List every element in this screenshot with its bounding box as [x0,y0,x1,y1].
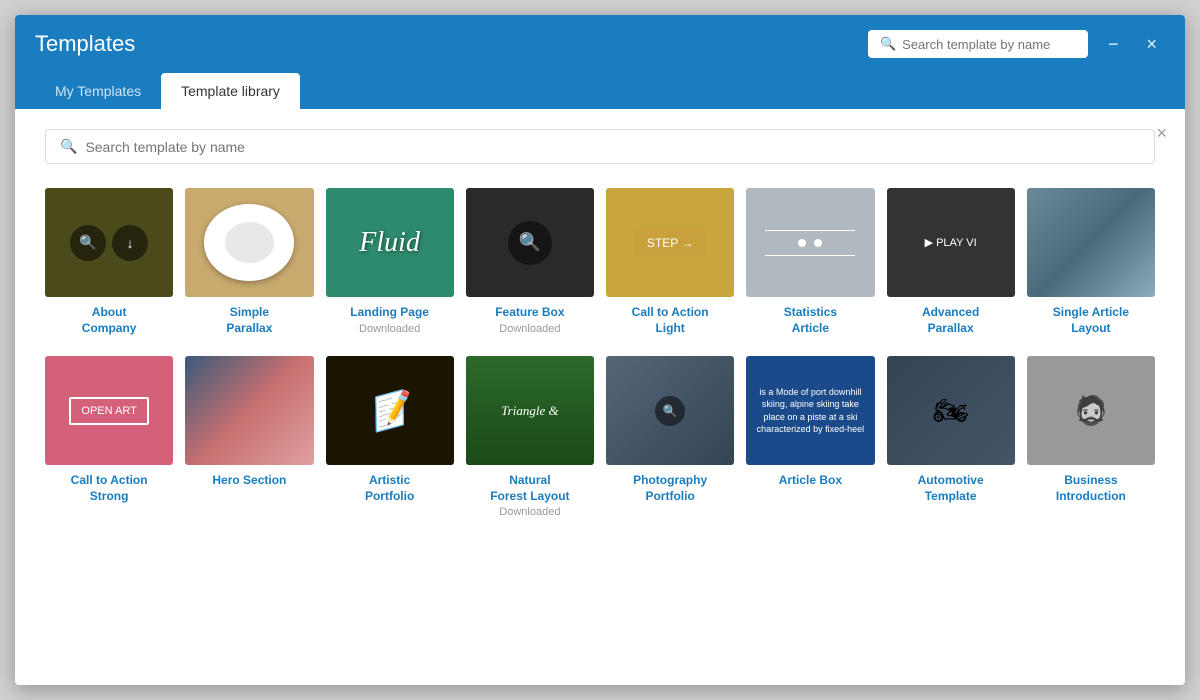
template-feature-box[interactable]: 🔍 Feature Box Downloaded [466,188,594,336]
badge-landing-page: Downloaded [359,323,420,335]
modal-body: × 🔍 🔍 ↓ AboutCompany [15,109,1185,685]
thumb-advanced-parallax: ▶ PLAY VI [887,188,1015,297]
name-natural-forest-layout: NaturalForest Layout [490,473,569,504]
name-business-introduction: BusinessIntroduction [1056,473,1126,504]
template-single-article-layout[interactable]: Single ArticleLayout [1027,188,1155,336]
templates-grid-row1: 🔍 ↓ AboutCompany SimpleParallax Fluid [45,188,1155,336]
templates-grid-row2: OPEN ART Call to ActionStrong Hero Secti… [45,356,1155,518]
thumb-article-box: is a Mode of port downhill skiing, alpin… [746,356,874,465]
thumb-natural-forest-layout: Triangle & [466,356,594,465]
badge-feature-box: Downloaded [499,323,560,335]
badge-forest-layout: Downloaded [499,506,560,518]
template-business-introduction[interactable]: 🧔 BusinessIntroduction [1027,356,1155,518]
template-advanced-parallax[interactable]: ▶ PLAY VI AdvancedParallax [887,188,1015,336]
template-call-to-action-light[interactable]: STEP → Call to ActionLight [606,188,734,336]
tabs-bar: My Templates Template library [15,73,1185,109]
template-automotive-template[interactable]: 🏍 AutomotiveTemplate [887,356,1015,518]
name-landing-page: Landing Page [350,305,429,321]
thumb-feature-box: 🔍 [466,188,594,297]
tab-my-templates[interactable]: My Templates [35,73,161,109]
lines-visual [765,230,855,256]
thumb-call-to-action-light: STEP → [606,188,734,297]
template-landing-page[interactable]: Fluid Landing Page Downloaded [326,188,454,336]
body-search-input[interactable] [85,139,1140,155]
template-simple-parallax[interactable]: SimpleParallax [185,188,313,336]
thumb-landing-page: Fluid [326,188,454,297]
name-hero-section: Hero Section [212,473,286,489]
step-button: STEP → [635,230,705,256]
name-statistics-article: StatisticsArticle [784,305,837,336]
name-feature-box: Feature Box [495,305,564,321]
modal-header: Templates 🔍 − × [15,15,1185,73]
template-hero-section[interactable]: Hero Section [185,356,313,518]
search-icon-feature: 🔍 [508,221,552,265]
name-call-to-action-light: Call to ActionLight [632,305,709,336]
thumb-simple-parallax [185,188,313,297]
thumb-artistic-portfolio: 📝 [326,356,454,465]
template-natural-forest-layout[interactable]: Triangle & NaturalForest Layout Download… [466,356,594,518]
name-automotive-template: AutomotiveTemplate [918,473,984,504]
thumb-about-company: 🔍 ↓ [45,188,173,297]
template-statistics-article[interactable]: StatisticsArticle [746,188,874,336]
header-right: 🔍 − × [868,30,1165,59]
body-close-button[interactable]: × [1156,123,1167,144]
header-search-icon: 🔍 [880,36,896,52]
tab-template-library[interactable]: Template library [161,73,300,109]
name-single-article-layout: Single ArticleLayout [1053,305,1129,336]
triangle-text: Triangle & [501,402,558,420]
thumb-call-to-action-strong: OPEN ART [45,356,173,465]
open-art-button: OPEN ART [69,397,148,425]
name-photography-portfolio: PhotographyPortfolio [633,473,707,504]
thumb-hero-section [185,356,313,465]
name-advanced-parallax: AdvancedParallax [922,305,979,336]
thumb-single-article-layout [1027,188,1155,297]
header-search-input[interactable] [902,37,1076,52]
play-text: ▶ PLAY VI [925,236,977,249]
template-article-box[interactable]: is a Mode of port downhill skiing, alpin… [746,356,874,518]
thumb-automotive-template: 🏍 [887,356,1015,465]
template-photography-portfolio[interactable]: 🔍 PhotographyPortfolio [606,356,734,518]
search-icon-about: 🔍 [70,225,106,261]
name-call-to-action-strong: Call to ActionStrong [71,473,148,504]
body-search-box[interactable]: 🔍 [45,129,1155,164]
template-artistic-portfolio[interactable]: 📝 ArtisticPortfolio [326,356,454,518]
modal-window: Templates 🔍 − × My Templates Template li… [15,15,1185,685]
close-button[interactable]: × [1138,30,1165,59]
body-search-icon: 🔍 [60,138,77,155]
name-about-company: AboutCompany [82,305,137,336]
header-search-box[interactable]: 🔍 [868,30,1088,58]
name-simple-parallax: SimpleParallax [226,305,272,336]
minimize-button[interactable]: − [1100,30,1127,59]
search-icon-photo: 🔍 [655,396,685,426]
template-about-company[interactable]: 🔍 ↓ AboutCompany [45,188,173,336]
thumb-statistics-article [746,188,874,297]
fluid-text: Fluid [359,227,420,259]
article-box-text: is a Mode of port downhill skiing, alpin… [752,386,868,436]
thumb-photography-portfolio: 🔍 [606,356,734,465]
download-icon-about: ↓ [112,225,148,261]
name-artistic-portfolio: ArtisticPortfolio [365,473,414,504]
template-call-to-action-strong[interactable]: OPEN ART Call to ActionStrong [45,356,173,518]
name-article-box: Article Box [779,473,842,489]
modal-title: Templates [35,15,135,73]
thumb-business-introduction: 🧔 [1027,356,1155,465]
